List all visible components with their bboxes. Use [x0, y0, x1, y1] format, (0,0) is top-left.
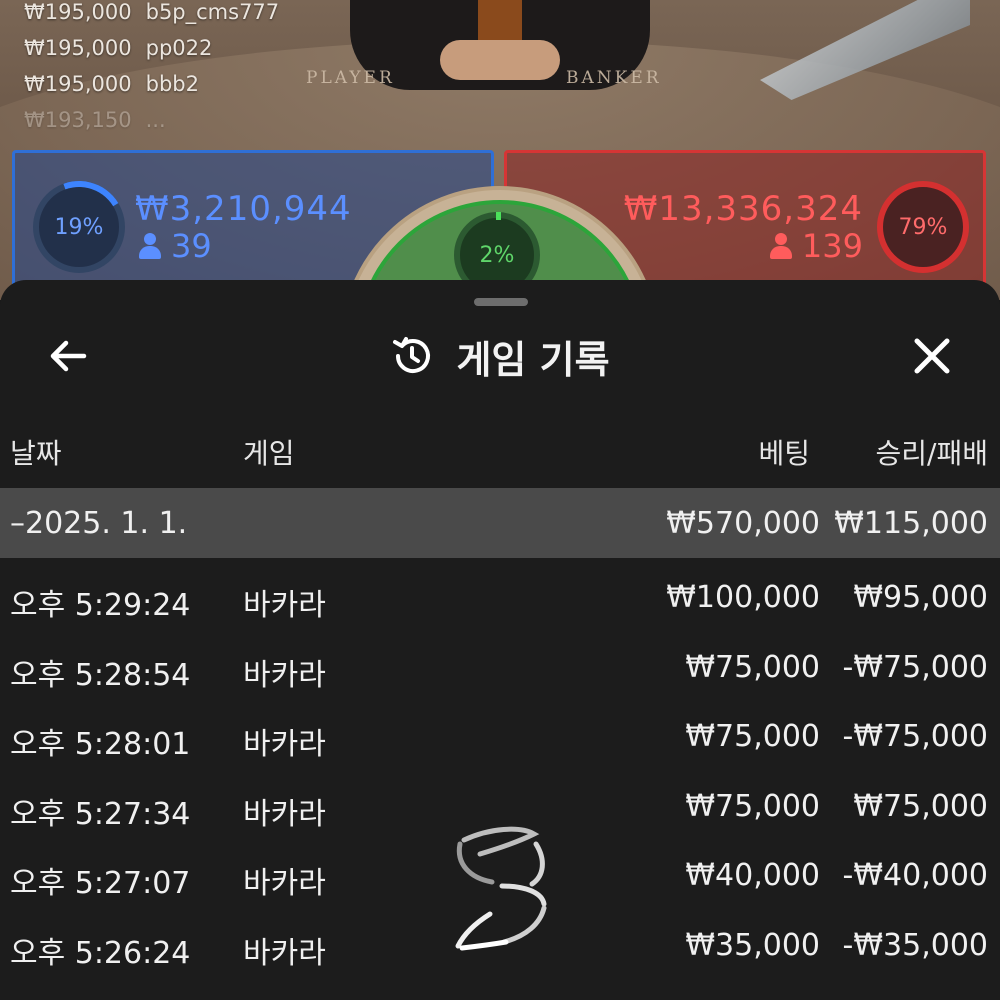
row-time: 오후 5:28:01	[10, 727, 191, 762]
row-time: 오후 5:26:24	[10, 935, 191, 971]
table-label-player: PLAYER	[306, 68, 395, 88]
column-header-date: 날짜	[10, 437, 62, 470]
summary-bet: ₩570,000	[666, 506, 820, 541]
row-game: 바카라	[243, 657, 326, 693]
close-icon	[914, 338, 950, 374]
banker-percent-ring: 79%	[877, 181, 969, 273]
row-winloss: -₩75,000	[842, 649, 988, 685]
row-time: 오후 5:29:24	[10, 588, 191, 623]
player-percent-ring: 19%	[33, 181, 125, 273]
sheet-title: 게임 기록	[456, 337, 610, 382]
banker-bettor-count: 139	[769, 227, 863, 265]
table-label-banker: BANKER	[566, 68, 662, 88]
sheet-header: 게임 기록	[0, 328, 1000, 384]
row-winloss: -₩40,000	[842, 858, 988, 893]
summary-date: –2025. 1. 1.	[10, 506, 188, 541]
summary-winloss: ₩115,000	[834, 506, 988, 541]
sheet-drag-handle[interactable]	[474, 298, 528, 306]
row-time: 오후 5:27:07	[10, 866, 191, 901]
row-winloss: ₩75,000	[853, 788, 988, 824]
row-time: 오후 5:28:54	[10, 657, 191, 693]
row-game: 바카라	[243, 727, 326, 762]
row-bet: ₩100,000	[666, 580, 820, 615]
row-time: 오후 5:27:34	[10, 796, 191, 832]
row-bet: ₩75,000	[685, 649, 820, 685]
game-history-sheet: 게임 기록 날짜 게임 베팅 승리/패배 –2025. 1. 1. ₩570,0…	[0, 280, 1000, 1000]
row-game: 바카라	[243, 796, 326, 832]
row-game: 바카라	[243, 866, 326, 901]
row-winloss: ₩95,000	[853, 580, 988, 615]
history-row[interactable]: 오후 5:28:01 바카라 ₩75,000 -₩75,000	[0, 703, 1000, 773]
column-header-bet: 베팅	[758, 437, 810, 470]
loading-spinner-icon	[455, 826, 547, 951]
player-bettor-count: 39	[139, 227, 212, 265]
bet-feed: ₩195,000 b5p_cms777 ₩195,000 pp022 ₩195,…	[24, 0, 279, 138]
date-summary-row[interactable]: –2025. 1. 1. ₩570,000 ₩115,000	[0, 488, 1000, 558]
column-header-winloss: 승리/패배	[875, 437, 988, 470]
history-row[interactable]: 오후 5:29:24 바카라 ₩100,000 ₩95,000	[0, 564, 1000, 634]
close-button[interactable]	[908, 332, 956, 380]
row-winloss: -₩35,000	[842, 927, 988, 963]
bet-feed-item: ₩195,000 bbb2	[24, 72, 199, 96]
banker-total-bet: ₩13,336,324	[623, 189, 863, 229]
person-icon	[139, 233, 161, 259]
person-icon	[769, 233, 792, 259]
bet-feed-item: ₩195,000 pp022	[24, 36, 213, 60]
bet-feed-item: ₩193,150 ...	[24, 108, 166, 132]
history-icon	[393, 337, 431, 373]
row-game: 바카라	[243, 588, 326, 623]
bet-feed-item: ₩195,000 b5p_cms777	[24, 0, 280, 24]
column-header-game: 게임	[243, 437, 295, 470]
row-bet: ₩75,000	[685, 788, 820, 824]
row-bet: ₩35,000	[685, 927, 820, 963]
history-row[interactable]: 오후 5:28:54 바카라 ₩75,000 -₩75,000	[0, 634, 1000, 704]
row-game: 바카라	[243, 935, 326, 971]
player-total-bet: ₩3,210,944	[135, 189, 352, 229]
row-winloss: -₩75,000	[842, 719, 988, 754]
row-bet: ₩40,000	[685, 858, 820, 893]
row-bet: ₩75,000	[685, 719, 820, 754]
